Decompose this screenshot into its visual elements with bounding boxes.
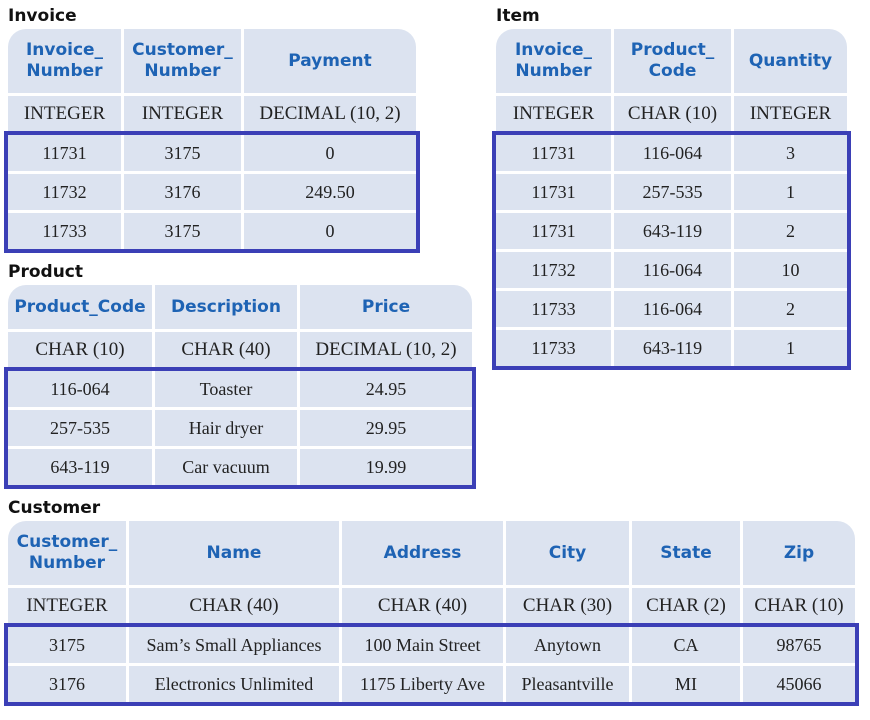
item-column-type: INTEGER [496,96,611,132]
product-table-title: Product [8,262,83,282]
item-table-cell: 2 [734,291,847,327]
customer-column-type: CHAR (40) [129,588,339,624]
product-grid: Product_Code Description Price CHAR (10) CHA… [8,285,472,485]
invoice-table-cell: 3175 [124,135,241,171]
customer-table-cell: Anytown [506,627,629,663]
item-table-cell: 2 [734,213,847,249]
item-table-cell: 1 [734,330,847,366]
product-table-cell: Car vacuum [155,449,297,485]
customer-table-cell: 98765 [743,627,855,663]
item-table-cell: 643-119 [614,330,731,366]
invoice-table-cell: 11733 [8,213,121,249]
product-table-cell: Hair dryer [155,410,297,446]
invoice-table-cell: 3175 [124,213,241,249]
customer-column-header: Customer_ Number [8,521,126,585]
product-table-cell: 116-064 [8,371,152,407]
customer-grid: Customer_ Number Name Address City State Zip I… [8,521,855,702]
customer-column-type: CHAR (40) [342,588,503,624]
customer-table-cell: Electronics Unlimited [129,666,339,702]
customer-table-cell: CA [632,627,740,663]
item-table-cell: 11733 [496,291,611,327]
item-table-cell: 11731 [496,174,611,210]
product-column-type: DECIMAL (10, 2) [300,332,472,368]
product-column-type: CHAR (10) [8,332,152,368]
invoice-table-cell: 0 [244,135,416,171]
item-column-header: Product_ Code [614,29,731,93]
product-table-cell: 257-535 [8,410,152,446]
customer-table-cell: 1175 Liberty Ave [342,666,503,702]
invoice-column-header: Payment [244,29,416,93]
customer-table-cell: 3176 [8,666,126,702]
item-table-cell: 116-064 [614,291,731,327]
item-table-cell: 11731 [496,213,611,249]
customer-table-cell: MI [632,666,740,702]
invoice-table-cell: 11732 [8,174,121,210]
invoice-table-title: Invoice [8,6,77,26]
customer-column-header: State [632,521,740,585]
customer-table-cell: 45066 [743,666,855,702]
customer-column-header: Address [342,521,503,585]
item-table-cell: 116-064 [614,135,731,171]
invoice-table-cell: 11731 [8,135,121,171]
product-column-header: Description [155,285,297,329]
customer-column-header: City [506,521,629,585]
product-table-cell: 643-119 [8,449,152,485]
product-table-cell: 29.95 [300,410,472,446]
customer-column-type: CHAR (2) [632,588,740,624]
invoice-grid: Invoice_ Number Customer_ Number Payment IN… [8,29,416,249]
item-table-title: Item [496,6,540,26]
customer-column-type: CHAR (30) [506,588,629,624]
item-table-cell: 1 [734,174,847,210]
product-column-header: Product_Code [8,285,152,329]
invoice-table-cell: 3176 [124,174,241,210]
invoice-column-header: Invoice_ Number [8,29,121,93]
item-table-cell: 116-064 [614,252,731,288]
product-column-header: Price [300,285,472,329]
product-table-cell: Toaster [155,371,297,407]
item-table-cell: 11731 [496,135,611,171]
product-table-cell: 24.95 [300,371,472,407]
customer-column-header: Zip [743,521,855,585]
invoice-column-type: DECIMAL (10, 2) [244,96,416,132]
customer-table-cell: 3175 [8,627,126,663]
customer-table-cell: 100 Main Street [342,627,503,663]
customer-table-cell: Pleasantville [506,666,629,702]
customer-table-cell: Sam’s Small Appliances [129,627,339,663]
customer-column-type: CHAR (10) [743,588,855,624]
item-table-cell: 10 [734,252,847,288]
product-column-type: CHAR (40) [155,332,297,368]
item-table-cell: 3 [734,135,847,171]
invoice-column-header: Customer_ Number [124,29,241,93]
item-column-header: Quantity [734,29,847,93]
item-grid: Invoice_ Number Product_ Code Quantity INTE… [496,29,847,366]
item-table-cell: 11733 [496,330,611,366]
item-table-cell: 257-535 [614,174,731,210]
item-column-type: CHAR (10) [614,96,731,132]
item-table-cell: 11732 [496,252,611,288]
item-column-type: INTEGER [734,96,847,132]
product-table-cell: 19.99 [300,449,472,485]
item-table-cell: 643-119 [614,213,731,249]
item-column-header: Invoice_ Number [496,29,611,93]
invoice-column-type: INTEGER [124,96,241,132]
invoice-column-type: INTEGER [8,96,121,132]
invoice-table-cell: 249.50 [244,174,416,210]
customer-column-header: Name [129,521,339,585]
customer-table-title: Customer [8,498,101,518]
customer-column-type: INTEGER [8,588,126,624]
invoice-table-cell: 0 [244,213,416,249]
